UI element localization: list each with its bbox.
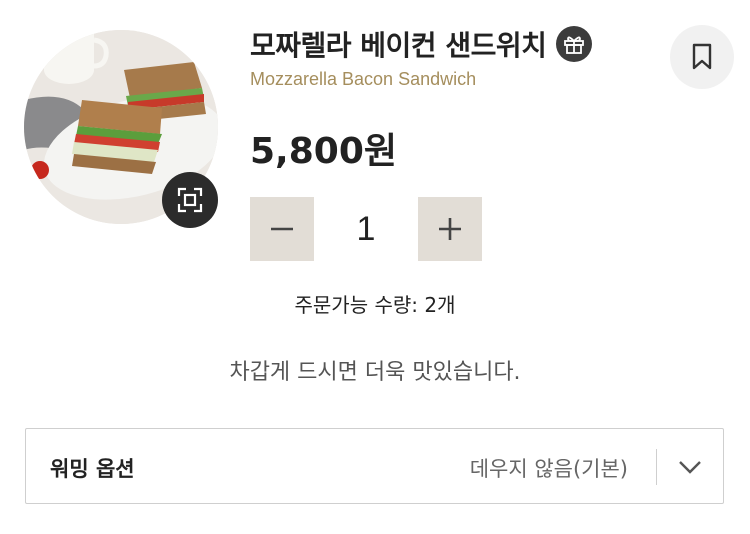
product-name: 모짜렐라 베이컨 샌드위치 [250,29,547,62]
order-limit-text: 주문가능 수량: 2개 [294,293,456,317]
warming-option-label: 워밍 옵션 [50,457,135,481]
select-divider [656,449,657,485]
plus-icon [439,218,461,240]
expand-icon [177,187,203,213]
product-english-name: Mozzarella Bacon Sandwich [250,69,477,89]
zoom-image-button[interactable] [162,172,218,228]
product-title-row: 모짜렐라 베이컨 샌드위치 [250,24,593,64]
quantity-value: 1 [356,209,376,248]
decrease-quantity-button[interactable] [250,197,314,261]
minus-icon [271,227,293,231]
product-price: 5,800원 [250,131,397,172]
increase-quantity-button[interactable] [418,197,482,261]
warming-option-select[interactable]: 워밍 옵션 데우지 않음(기본) [25,428,724,504]
warming-option-value: 데우지 않음(기본) [469,457,628,481]
serving-notice: 차갑게 드시면 더욱 맛있습니다. [229,360,521,385]
chevron-down-icon [679,461,701,474]
gift-button[interactable] [556,26,593,62]
gift-icon [564,36,585,54]
bookmark-button[interactable] [670,25,734,89]
bookmark-icon [692,43,712,70]
